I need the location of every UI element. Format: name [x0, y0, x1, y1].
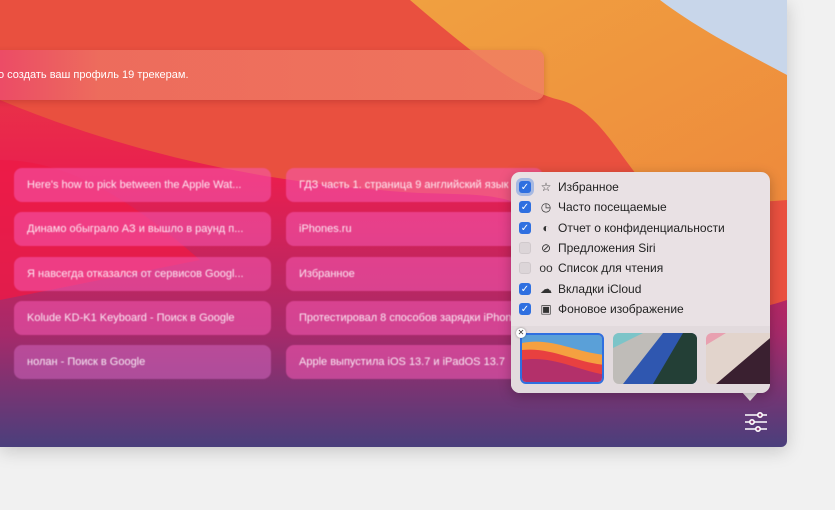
menu-item-background-image[interactable]: ✓ ▣ Фоновое изображение — [519, 299, 684, 319]
frequently-visited-tile[interactable]: Kolude KD-K1 Keyboard - Поиск в Google — [14, 301, 271, 335]
menu-item-frequently-visited[interactable]: ✓ ◷ Часто посещаемые — [519, 197, 667, 217]
menu-item-label: Отчет о конфиденциальности — [558, 221, 725, 235]
menu-item-privacy-report[interactable]: ✓ ◐ Отчет о конфиденциальности — [519, 218, 725, 238]
customize-sliders-icon[interactable] — [744, 411, 768, 433]
wallpaper-thumbnail-3[interactable] — [706, 333, 770, 384]
menu-item-reading-list[interactable]: oo Список для чтения — [519, 258, 663, 278]
image-icon: ▣ — [540, 302, 552, 316]
menu-item-label: Фоновое изображение — [558, 302, 684, 316]
frequently-visited-tile[interactable]: iPhones.ru — [286, 212, 543, 246]
menu-item-label: Часто посещаемые — [558, 200, 667, 214]
menu-item-label: Избранное — [558, 180, 619, 194]
frequently-visited-tile[interactable]: Избранное — [286, 257, 543, 291]
menu-item-label: Вкладки iCloud — [558, 282, 642, 296]
checkbox[interactable] — [519, 262, 531, 274]
compass-icon: ⊘ — [540, 241, 552, 255]
remove-wallpaper-button[interactable]: ✕ — [516, 328, 526, 338]
checkbox[interactable]: ✓ — [519, 222, 531, 234]
glasses-icon: oo — [539, 261, 553, 275]
menu-item-favorites[interactable]: ✓ ☆ Избранное — [519, 177, 619, 197]
cloud-icon: ☁ — [540, 282, 552, 296]
frequently-visited-tile[interactable]: Протестировал 8 способов зарядки iPhone — [286, 301, 543, 335]
star-icon: ☆ — [540, 180, 552, 194]
menu-item-siri-suggestions[interactable]: ⊘ Предложения Siri — [519, 238, 656, 258]
frequently-visited-tile[interactable]: Динамо обыграло АЗ и вышло в раунд п... — [14, 212, 271, 246]
frequently-visited-tile[interactable]: Here's how to pick between the Apple Wat… — [14, 168, 271, 202]
frequently-visited-tile[interactable]: нолан - Поиск в Google — [14, 345, 271, 379]
safari-start-page: о создать ваш профиль 19 трекерам. Here'… — [0, 0, 787, 447]
shield-icon: ◐ — [542, 221, 550, 235]
wallpaper-thumbnail-2[interactable] — [613, 333, 697, 384]
menu-item-label: Предложения Siri — [558, 241, 656, 255]
privacy-report-text: о создать ваш профиль 19 трекерам. — [0, 69, 189, 81]
clock-icon: ◷ — [540, 200, 552, 214]
frequently-visited-tile[interactable]: Apple выпустила iOS 13.7 и iPadOS 13.7 — [286, 345, 543, 379]
wallpaper-picker: ✕ — [511, 326, 770, 393]
privacy-report-banner[interactable]: о создать ваш профиль 19 трекерам. — [0, 50, 544, 100]
checkbox[interactable]: ✓ — [519, 283, 531, 295]
menu-item-label: Список для чтения — [558, 261, 664, 275]
checkbox[interactable]: ✓ — [519, 303, 531, 315]
menu-item-icloud-tabs[interactable]: ✓ ☁ Вкладки iCloud — [519, 279, 641, 299]
wallpaper-thumbnail-big-sur[interactable] — [520, 333, 604, 384]
checkbox[interactable] — [519, 242, 531, 254]
checkbox[interactable]: ✓ — [519, 201, 531, 213]
frequently-visited-tile[interactable]: ГДЗ часть 1. страница 9 английский язык — [286, 168, 543, 202]
checkbox[interactable]: ✓ — [519, 181, 531, 193]
customize-start-page-popover: ✓ ☆ Избранное ✓ ◷ Часто посещаемые ✓ ◐ О… — [511, 172, 770, 393]
frequently-visited-tile[interactable]: Я навсегда отказался от сервисов Googl..… — [14, 257, 271, 291]
